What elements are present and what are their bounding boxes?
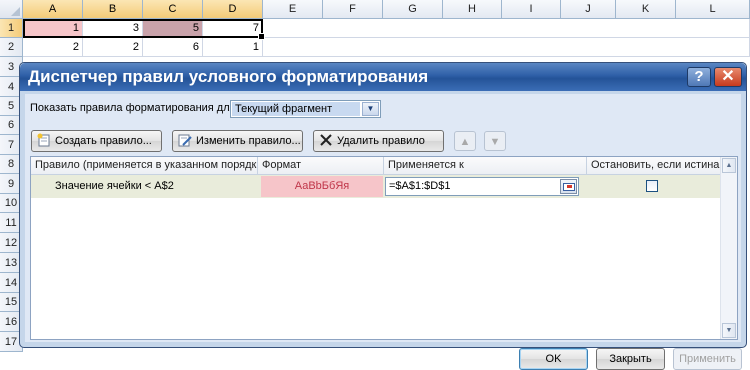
show-rules-value: Текущий фрагмент xyxy=(232,102,360,116)
column-header-e[interactable]: E xyxy=(263,0,323,19)
column-header-g[interactable]: G xyxy=(383,0,443,19)
close-button[interactable]: Закрыть xyxy=(596,348,665,370)
rule-description: Значение ячейки < A$2 xyxy=(55,180,174,192)
close-icon: ✕ xyxy=(721,68,735,85)
dialog-body: Показать правила форматирования для: Тек… xyxy=(25,94,742,370)
row-header-2[interactable]: 2 xyxy=(0,38,23,57)
edit-rule-button[interactable]: Изменить правило... xyxy=(172,130,303,152)
column-header-d[interactable]: D xyxy=(203,0,263,19)
cell-d1[interactable]: 7 xyxy=(203,19,263,38)
scroll-up-icon[interactable]: ▲ xyxy=(722,158,736,173)
chevron-down-icon[interactable]: ▼ xyxy=(362,102,379,116)
column-header-format[interactable]: Формат xyxy=(258,157,384,175)
conditional-formatting-manager-dialog: Диспетчер правил условного форматировани… xyxy=(19,62,747,370)
column-header-f[interactable]: F xyxy=(323,0,383,19)
select-all-corner[interactable] xyxy=(0,0,23,19)
column-header-j[interactable]: J xyxy=(561,0,616,19)
delete-icon xyxy=(320,134,332,146)
column-header-b[interactable]: B xyxy=(83,0,143,19)
applies-to-input[interactable]: =$A$1:$D$1 xyxy=(385,177,579,196)
scroll-down-icon[interactable]: ▼ xyxy=(722,323,736,338)
show-rules-select[interactable]: Текущий фрагмент ▼ xyxy=(230,100,381,118)
arrow-down-icon: ▼ xyxy=(489,136,501,148)
ok-button[interactable]: OK xyxy=(519,348,588,370)
cell-a2[interactable]: 2 xyxy=(23,38,83,57)
table-row[interactable]: Значение ячейки < A$2 АаВbБбЯя =$A$1:$D$… xyxy=(31,175,721,198)
rules-table: Правило (применяется в указанном порядке… xyxy=(30,156,738,340)
cell-b1[interactable]: 3 xyxy=(83,19,143,38)
move-up-button[interactable]: ▲ xyxy=(454,131,476,151)
cell-d2[interactable]: 1 xyxy=(203,38,263,57)
vertical-scrollbar[interactable]: ▲ ▼ xyxy=(720,157,737,339)
dialog-title: Диспетчер правил условного форматировани… xyxy=(28,67,429,86)
new-rule-button[interactable]: Создать правило... xyxy=(31,130,162,152)
column-header-rule[interactable]: Правило (применяется в указанном порядке… xyxy=(31,157,258,175)
column-header-stop-if-true[interactable]: Остановить, если истина xyxy=(587,157,721,175)
applies-to-value: =$A$1:$D$1 xyxy=(389,180,451,192)
column-header-i[interactable]: I xyxy=(502,0,561,19)
row-header-1[interactable]: 1 xyxy=(0,19,23,38)
column-header-a[interactable]: A xyxy=(23,0,83,19)
cell-c1[interactable]: 5 xyxy=(143,19,203,38)
cell-c2[interactable]: 6 xyxy=(143,38,203,57)
cell-a1[interactable]: 1 xyxy=(23,19,83,38)
new-rule-label: Создать правило... xyxy=(55,135,152,147)
column-header-l[interactable]: L xyxy=(676,0,750,19)
dialog-title-bar[interactable]: Диспетчер правил условного форматировани… xyxy=(20,63,746,91)
edit-rule-label: Изменить правило... xyxy=(196,135,301,147)
cell-e2[interactable] xyxy=(263,38,750,57)
arrow-up-icon: ▲ xyxy=(459,136,471,148)
help-icon: ? xyxy=(694,68,704,85)
delete-rule-button[interactable]: Удалить правило xyxy=(313,130,444,152)
column-header-c[interactable]: C xyxy=(143,0,203,19)
close-window-button[interactable]: ✕ xyxy=(714,67,742,87)
show-rules-label: Показать правила форматирования для: xyxy=(30,102,239,114)
column-header-applies-to[interactable]: Применяется к xyxy=(384,157,587,175)
help-button[interactable]: ? xyxy=(687,67,711,87)
range-collapse-icon[interactable] xyxy=(560,179,577,194)
new-rule-icon xyxy=(37,133,50,147)
cell-b2[interactable]: 2 xyxy=(83,38,143,57)
column-header-k[interactable]: K xyxy=(616,0,676,19)
stop-if-true-checkbox[interactable] xyxy=(646,180,658,192)
format-preview: АаВbБбЯя xyxy=(261,176,383,197)
column-header-h[interactable]: H xyxy=(443,0,502,19)
edit-rule-icon xyxy=(178,134,192,147)
cell-e1[interactable] xyxy=(263,19,750,38)
delete-rule-label: Удалить правило xyxy=(337,135,425,147)
apply-button[interactable]: Применить xyxy=(673,348,742,370)
move-down-button[interactable]: ▼ xyxy=(484,131,506,151)
